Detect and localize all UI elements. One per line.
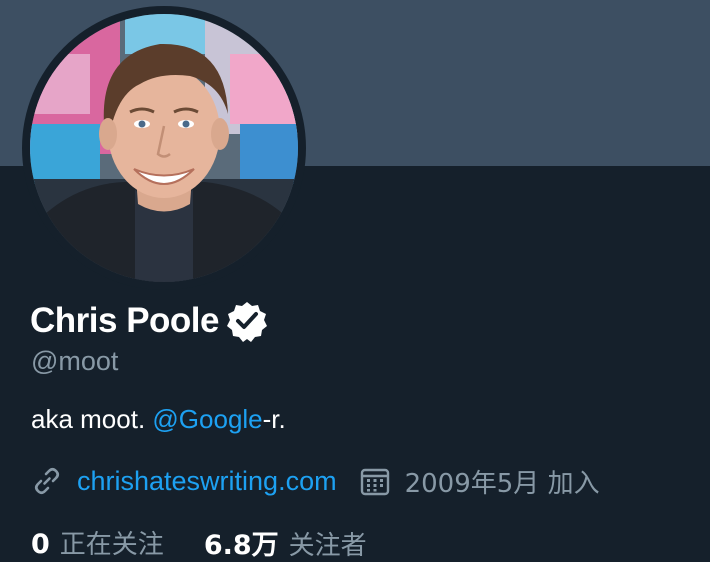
avatar-photo	[30, 14, 298, 282]
followers-count: 6.8万	[203, 529, 279, 561]
following-label: 正在关注	[59, 529, 164, 560]
profile-page: Chris Poole @moot aka moot. @Google-r. c…	[0, 0, 710, 562]
link-icon	[31, 465, 63, 497]
bio-text-suffix: -r.	[262, 404, 286, 434]
following-count: 0	[31, 528, 50, 560]
bio-text-prefix: aka moot.	[31, 404, 153, 434]
verified-badge-icon	[225, 299, 269, 343]
joined-date: 2009年5月 加入	[404, 468, 600, 499]
profile-meta-row: chrishateswriting.com 2009年5月 加入	[31, 461, 600, 501]
following-stat-link[interactable]: 0 正在关注	[31, 524, 164, 561]
profile-handle: @moot	[31, 346, 119, 376]
calendar-icon	[359, 465, 391, 497]
followers-label: 关注者	[288, 530, 367, 561]
profile-bio: aka moot. @Google-r.	[31, 404, 286, 435]
website-link[interactable]: chrishateswriting.com	[77, 466, 337, 497]
display-name: Chris Poole	[30, 301, 219, 340]
followers-stat-link[interactable]: 6.8万 关注者	[204, 523, 367, 562]
name-row: Chris Poole	[30, 298, 269, 344]
avatar[interactable]	[30, 14, 298, 282]
bio-mention-link[interactable]: @Google	[152, 404, 262, 434]
follow-stats: 0 正在关注 6.8万 关注者	[31, 522, 367, 562]
